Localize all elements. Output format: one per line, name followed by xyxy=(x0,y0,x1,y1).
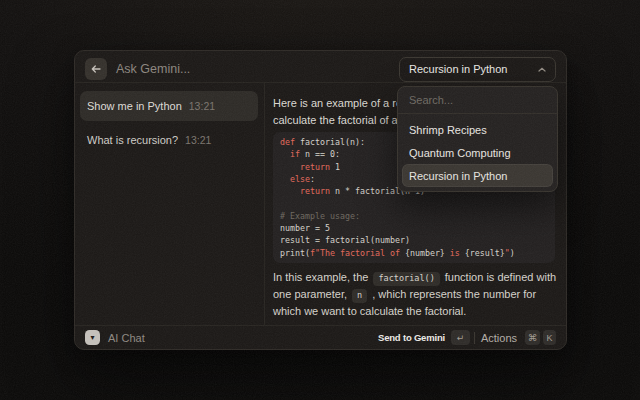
enter-keycap: ↵ xyxy=(451,330,470,345)
chat-item-title: What is recursion? xyxy=(87,134,178,146)
text-line: one parameter, n , which represents the … xyxy=(273,286,555,303)
text-line: number = 5 xyxy=(280,222,548,234)
window-header: Ask Gemini... Recursion in Python xyxy=(75,51,566,83)
code-token: {number} xyxy=(405,248,445,258)
send-to-gemini-button[interactable]: Send to Gemini xyxy=(378,332,445,343)
code-token: f"The factorial of xyxy=(310,248,405,258)
code-token: return xyxy=(300,162,330,172)
code-token xyxy=(280,149,290,159)
sparkle-icon: ▾ xyxy=(90,333,94,342)
chat-item-time: 13:21 xyxy=(189,100,215,112)
code-token: is xyxy=(445,248,465,258)
chat-history-sidebar: Show me in Python 13:21 What is recursio… xyxy=(75,83,265,325)
chat-item-time: 13:21 xyxy=(185,134,211,146)
chevron-up-icon xyxy=(538,67,546,72)
code-token: one parameter, xyxy=(273,288,350,300)
actions-button[interactable]: Actions xyxy=(481,332,517,344)
inline-code: factorial() xyxy=(373,272,439,286)
code-token: function is defined with xyxy=(442,271,556,283)
text-line xyxy=(280,197,548,209)
dropdown-item-shrimp-recipes[interactable]: Shrimp Recipes xyxy=(402,118,553,141)
code-token: ) xyxy=(510,248,515,258)
text-line: # Example usage: xyxy=(280,210,548,222)
chat-item-what-is-recursion[interactable]: What is recursion? 13:21 xyxy=(80,125,258,155)
app-label: AI Chat xyxy=(108,332,145,344)
code-token: return xyxy=(300,186,330,196)
code-token: : xyxy=(310,174,315,184)
text-line: result = factorial(number) xyxy=(280,234,548,246)
k-keycap: K xyxy=(543,330,556,345)
code-token xyxy=(280,186,300,196)
dropdown-list: Shrimp Recipes Quantum Computing Recursi… xyxy=(398,114,557,191)
dropdown-search-input[interactable]: Search... xyxy=(398,87,557,114)
dropdown-item-quantum-computing[interactable]: Quantum Computing xyxy=(402,141,553,164)
chat-selector-button[interactable]: Recursion in Python xyxy=(399,57,556,82)
code-token: if xyxy=(290,149,300,159)
code-token: number = 5 xyxy=(280,223,330,233)
code-token xyxy=(280,162,300,172)
code-token: factorial(n): xyxy=(295,137,365,147)
enter-key-icon: ↵ xyxy=(457,333,465,343)
ai-chat-app-icon: ▾ xyxy=(85,330,100,345)
chat-item-title: Show me in Python xyxy=(87,100,182,112)
chat-selector-value: Recursion in Python xyxy=(409,63,507,75)
code-token: which we want to calculate the factorial… xyxy=(273,305,466,317)
dropdown-item-recursion-in-python[interactable]: Recursion in Python xyxy=(402,164,553,187)
code-token xyxy=(280,174,290,184)
code-token: n == 0: xyxy=(300,149,340,159)
text-line: print(f"The factorial of {number} is {re… xyxy=(280,247,548,259)
text-line: In this example, the factorial() functio… xyxy=(273,269,555,286)
back-button[interactable] xyxy=(85,58,107,80)
text-line: which we want to calculate the factorial… xyxy=(273,303,555,320)
code-token: 1 xyxy=(330,162,340,172)
cmd-keycap: ⌘ xyxy=(525,330,540,345)
chat-item-show-me-in-python[interactable]: Show me in Python 13:21 xyxy=(80,91,258,121)
answer-explanation: In this example, the factorial() functio… xyxy=(273,269,555,320)
chat-dropdown-panel: Search... Shrimp Recipes Quantum Computi… xyxy=(397,86,558,192)
search-placeholder: Search... xyxy=(409,94,453,106)
code-token: , which represents the number for xyxy=(369,288,536,300)
prompt-placeholder[interactable]: Ask Gemini... xyxy=(116,62,190,76)
code-token: # Example usage: xyxy=(280,211,360,221)
code-token: {result} xyxy=(465,248,505,258)
code-token: In this example, the xyxy=(273,271,371,283)
window-footer: ▾ AI Chat Send to Gemini ↵ Actions ⌘ K xyxy=(75,325,566,349)
footer-divider xyxy=(474,332,475,344)
code-token: else xyxy=(290,174,310,184)
code-token: def xyxy=(280,137,295,147)
cmd-key-icon: ⌘ xyxy=(528,332,538,343)
back-arrow-icon xyxy=(91,65,101,73)
code-token: print( xyxy=(280,248,310,258)
code-token: result = factorial(number) xyxy=(280,235,410,245)
inline-code: n xyxy=(352,289,367,303)
